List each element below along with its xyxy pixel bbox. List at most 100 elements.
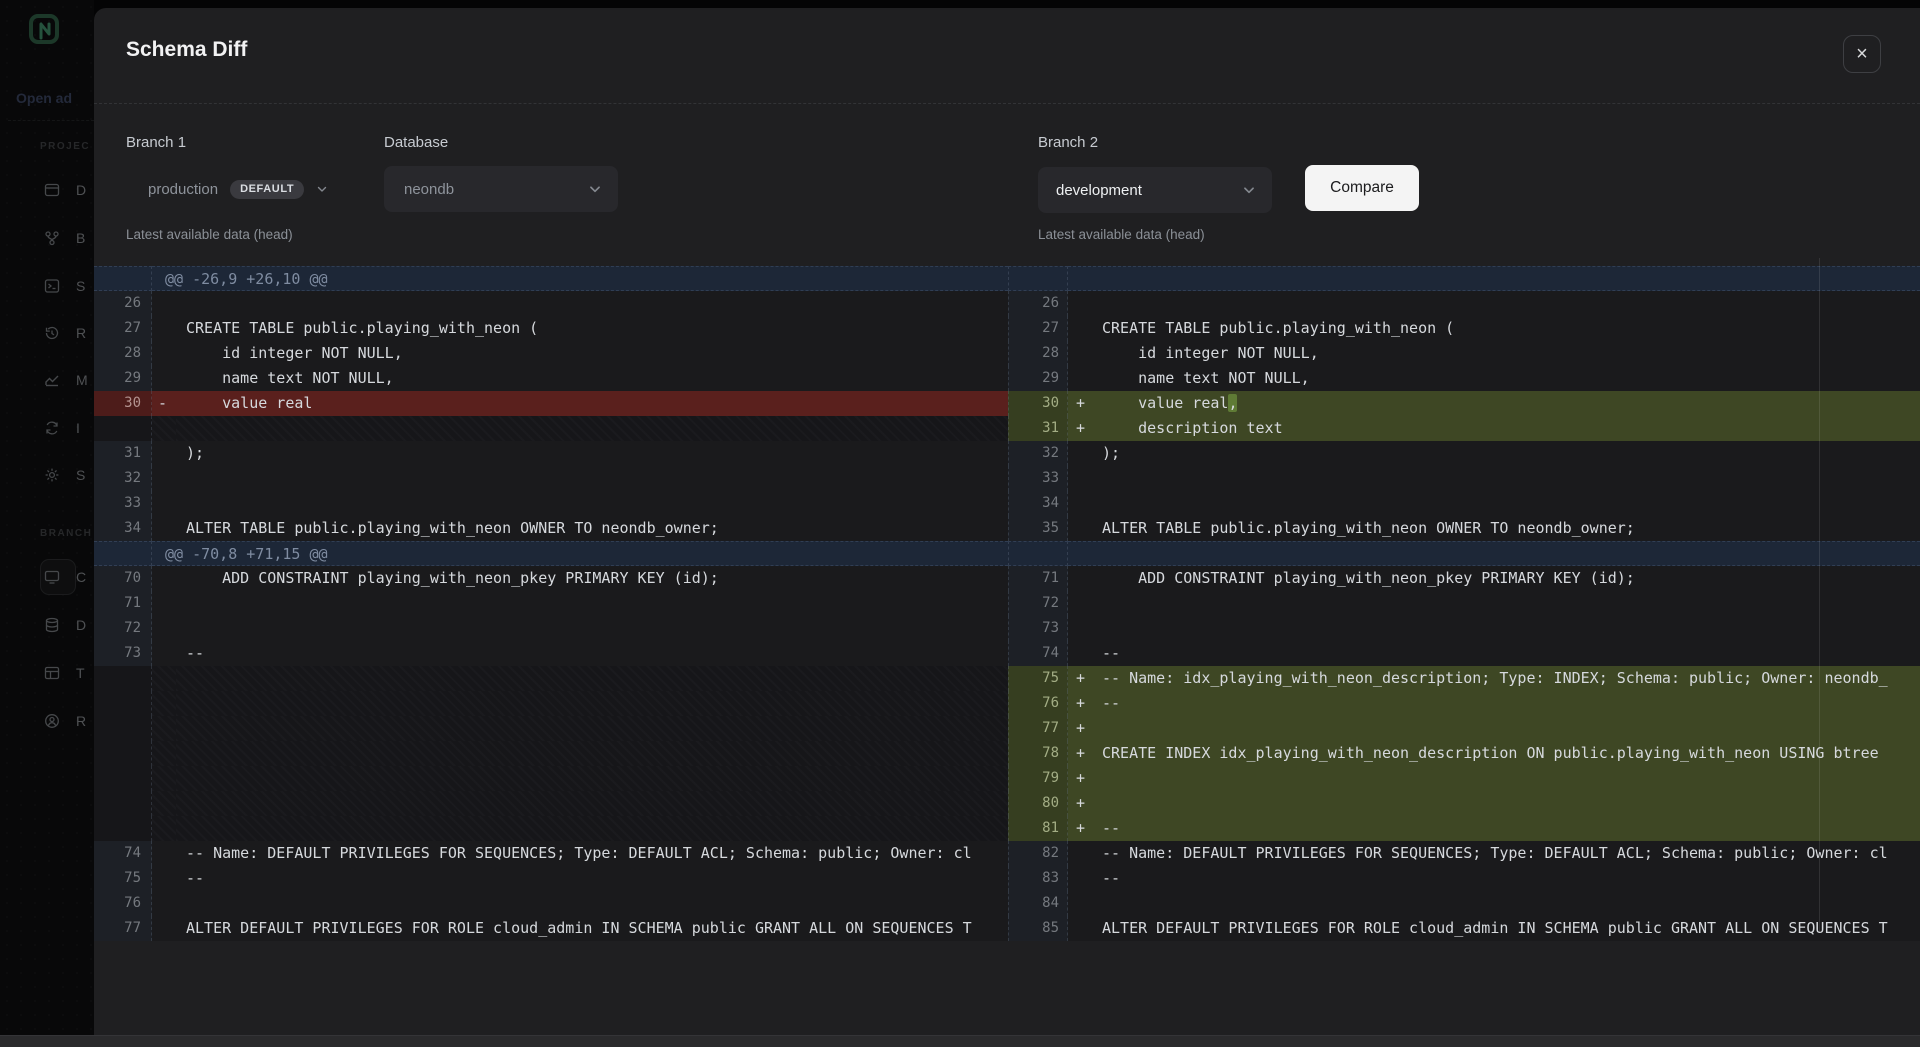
- diff-marker: [1068, 291, 1092, 316]
- line-number: 34: [94, 516, 152, 541]
- changed-token: ,: [1228, 394, 1237, 412]
- line-number: 28: [1008, 341, 1068, 366]
- diff-row: 77ALTER DEFAULT PRIVILEGES FOR ROLE clou…: [94, 916, 1920, 941]
- code-line: [1092, 891, 1920, 916]
- line-number: 27: [1008, 316, 1068, 341]
- code-line: [1092, 591, 1920, 616]
- code-line: [176, 416, 1008, 441]
- code-line: [1092, 791, 1920, 816]
- code-line: );: [1092, 441, 1920, 466]
- line-number: 70: [94, 566, 152, 591]
- line-number: 29: [1008, 366, 1068, 391]
- diff-marker: [152, 491, 176, 516]
- line-number: 32: [1008, 441, 1068, 466]
- diff-marker: [152, 816, 176, 841]
- code-line: [176, 891, 1008, 916]
- code-line: [176, 491, 1008, 516]
- diff-row: 76+--: [94, 691, 1920, 716]
- diff-marker: [1068, 641, 1092, 666]
- diff-marker: [152, 866, 176, 891]
- line-number: 72: [1008, 591, 1068, 616]
- diff-marker: +: [1068, 666, 1092, 691]
- line-number: 29: [94, 366, 152, 391]
- hunk-header: [1068, 266, 1920, 291]
- line-number: 74: [94, 841, 152, 866]
- line-number: 73: [1008, 616, 1068, 641]
- diff-row: 2626: [94, 291, 1920, 316]
- diff-row: 76 84: [94, 891, 1920, 916]
- line-number: 35: [1008, 516, 1068, 541]
- code-line: [176, 791, 1008, 816]
- branch1-subtext: Latest available data (head): [126, 227, 293, 242]
- diff-marker: [152, 666, 176, 691]
- modal-title: Schema Diff: [126, 38, 247, 62]
- diff-row: 75--83--: [94, 866, 1920, 891]
- line-number: 33: [94, 491, 152, 516]
- database-select[interactable]: neondb: [384, 166, 618, 212]
- diff-marker: -: [152, 391, 176, 416]
- diff-marker: [1068, 916, 1092, 941]
- diff-marker: +: [1068, 391, 1092, 416]
- diff-marker: +: [1068, 416, 1092, 441]
- close-icon: ×: [1856, 43, 1868, 66]
- diff-marker: +: [1068, 716, 1092, 741]
- code-line: [176, 766, 1008, 791]
- branch1-label: Branch 1: [126, 134, 186, 151]
- code-line: value real: [176, 391, 1008, 416]
- default-badge: DEFAULT: [230, 180, 304, 199]
- code-line: --: [176, 866, 1008, 891]
- diff-marker: [152, 316, 176, 341]
- hunk-header: [1068, 541, 1920, 566]
- diff-marker: [1068, 591, 1092, 616]
- diff-marker: [152, 791, 176, 816]
- close-button[interactable]: ×: [1843, 35, 1881, 73]
- diff-row: 31);32);: [94, 441, 1920, 466]
- diff-marker: [1068, 491, 1092, 516]
- code-line: CREATE INDEX idx_playing_with_neon_descr…: [1092, 741, 1920, 766]
- diff-row: @@ -26,9 +26,10 @@: [94, 266, 1920, 291]
- code-line: description text: [1092, 416, 1920, 441]
- diff-marker: [152, 416, 176, 441]
- branch1-select[interactable]: production DEFAULT: [126, 166, 376, 212]
- schema-diff-modal: Schema Diff × Branch 1 production DEFAUL…: [94, 8, 1920, 1038]
- line-number: 85: [1008, 916, 1068, 941]
- diff-row: 7172: [94, 591, 1920, 616]
- code-line: ALTER TABLE public.playing_with_neon OWN…: [176, 516, 1008, 541]
- line-number: 83: [1008, 866, 1068, 891]
- compare-button[interactable]: Compare: [1305, 165, 1419, 211]
- code-line: ADD CONSTRAINT playing_with_neon_pkey PR…: [1092, 566, 1920, 591]
- line-number: [94, 666, 152, 691]
- diff-marker: [1068, 566, 1092, 591]
- line-number: 30: [1008, 391, 1068, 416]
- diff-row: 70 ADD CONSTRAINT playing_with_neon_pkey…: [94, 566, 1920, 591]
- line-number: 84: [1008, 891, 1068, 916]
- code-line: ADD CONSTRAINT playing_with_neon_pkey PR…: [176, 566, 1008, 591]
- line-number: 75: [1008, 666, 1068, 691]
- modal-header-divider: [94, 103, 1920, 104]
- line-number: 76: [94, 891, 152, 916]
- diff-marker: [152, 641, 176, 666]
- branch1-value: production: [148, 181, 218, 198]
- branch2-select[interactable]: development: [1038, 167, 1272, 213]
- code-line: [176, 466, 1008, 491]
- diff-marker: [152, 566, 176, 591]
- diff-marker: +: [1068, 766, 1092, 791]
- diff-marker: [1068, 866, 1092, 891]
- screen: Open ad PROJEC D B S R M I S BRANCH C D …: [0, 0, 1920, 1047]
- diff-marker: [152, 291, 176, 316]
- line-number: 76: [1008, 691, 1068, 716]
- diff-row: 30- value real30+ value real,: [94, 391, 1920, 416]
- code-line: [176, 591, 1008, 616]
- diff-marker: [1068, 516, 1092, 541]
- branch2-subtext: Latest available data (head): [1038, 227, 1205, 242]
- code-line: ALTER DEFAULT PRIVILEGES FOR ROLE cloud_…: [176, 916, 1008, 941]
- code-line: [176, 816, 1008, 841]
- line-number: 78: [1008, 741, 1068, 766]
- hunk-gutter: [94, 266, 152, 291]
- code-line: --: [176, 641, 1008, 666]
- diff-marker: [152, 741, 176, 766]
- diff-scrollbar[interactable]: [1819, 258, 1820, 933]
- line-number: 72: [94, 616, 152, 641]
- line-number: 81: [1008, 816, 1068, 841]
- diff-row: 79+: [94, 766, 1920, 791]
